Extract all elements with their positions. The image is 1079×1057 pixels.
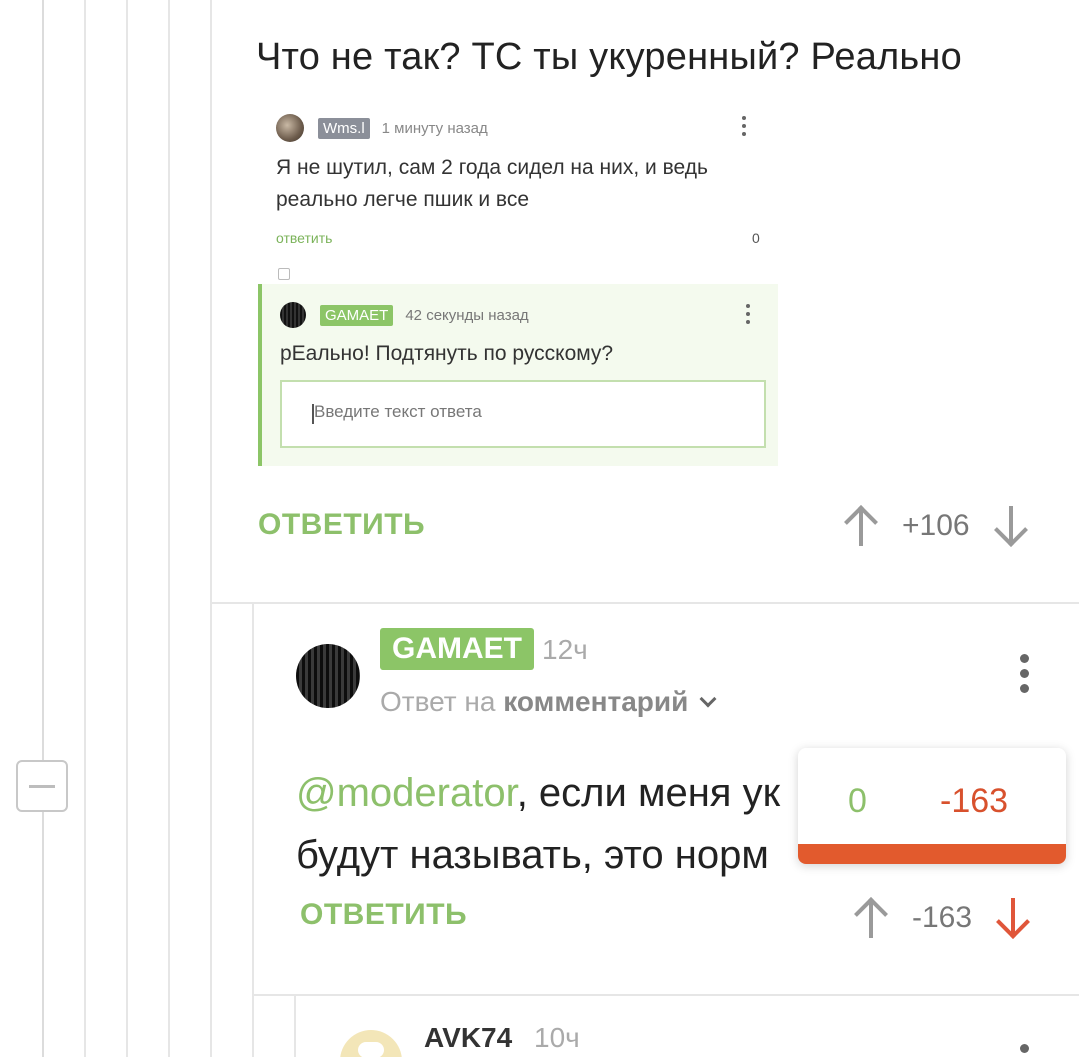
thread-line-7 xyxy=(294,996,296,1057)
thread-line-2 xyxy=(84,0,86,1057)
avatar xyxy=(280,302,306,328)
screenshot-comment-text: рЕально! Подтянуть по русскому? xyxy=(280,342,614,365)
chevron-down-icon xyxy=(699,690,717,708)
comment-text-part: будут называть, это норм xyxy=(296,833,769,877)
rating-bar xyxy=(798,844,1066,864)
text-caret xyxy=(312,404,314,424)
thread-divider-1 xyxy=(210,602,1079,604)
embedded-screenshot: Wms.l 1 минуту назад Я не шутил, сам 2 г… xyxy=(258,100,778,466)
screenshot-comment-header: Wms.l 1 минуту назад xyxy=(276,114,488,142)
thread-line-6 xyxy=(252,604,254,1057)
thread-divider-2 xyxy=(252,994,1079,996)
thread-line-3 xyxy=(126,0,128,1057)
rating-popup: 0 -163 xyxy=(798,748,1066,864)
upvote-icon[interactable] xyxy=(844,505,878,546)
avatar[interactable] xyxy=(296,644,360,708)
author-name[interactable]: AVK74 xyxy=(424,1022,512,1054)
collapse-icon[interactable] xyxy=(16,760,68,812)
screenshot-comment-header: GAMAET 42 секунды назад xyxy=(280,302,529,328)
comment-score: -163 xyxy=(912,901,973,934)
thread-line-5 xyxy=(210,0,212,1057)
downvote-icon[interactable] xyxy=(993,506,1028,547)
minuses-count: -163 xyxy=(940,782,1009,820)
avatar[interactable] xyxy=(340,1030,402,1057)
upvote-icon[interactable] xyxy=(854,897,888,938)
timestamp: 42 секунды назад xyxy=(405,306,529,324)
thread-line-1 xyxy=(42,0,44,1057)
screenshot-reply-link: ответить xyxy=(276,230,333,246)
reply-to-target: комментарий xyxy=(503,686,689,717)
comment-text: @moderator, если меня ук будут называть,… xyxy=(296,762,816,886)
comment-text: Что не так? ТС ты укуренный? Реально xyxy=(256,36,962,78)
thread-line-4 xyxy=(168,0,170,1057)
vote-controls: -163 xyxy=(854,897,1031,939)
vote-controls: +106 xyxy=(844,505,1028,547)
more-options-icon[interactable] xyxy=(1020,1044,1029,1057)
reply-button[interactable]: ОТВЕТИТЬ xyxy=(300,898,467,932)
author-badge: GAMAET xyxy=(320,304,394,326)
screenshot-reply-panel: GAMAET 42 секунды назад рЕально! Подтяну… xyxy=(258,284,778,466)
input-placeholder: Введите текст ответа xyxy=(314,402,482,421)
author-badge: Wms.l xyxy=(318,117,370,139)
more-options-icon xyxy=(742,116,746,140)
more-options-icon[interactable] xyxy=(1020,654,1029,699)
timestamp: 12ч xyxy=(542,634,588,665)
avatar xyxy=(276,114,304,142)
reply-button[interactable]: ОТВЕТИТЬ xyxy=(258,508,425,542)
more-options-icon xyxy=(746,304,750,328)
screenshot-comment-text: Я не шутил, сам 2 года сидел на них, и в… xyxy=(276,156,708,211)
pluses-count: 0 xyxy=(848,782,867,820)
author-badge[interactable]: GAMAET xyxy=(380,628,534,670)
comment-text-part: , если меня ук xyxy=(516,771,781,815)
comment-score: +106 xyxy=(902,509,970,542)
collapse-icon xyxy=(278,268,290,280)
timestamp: 1 минуту назад xyxy=(381,119,488,137)
timestamp: 10ч xyxy=(534,1022,580,1053)
mention-link[interactable]: @moderator xyxy=(296,771,517,815)
reply-to-prefix: Ответ на xyxy=(380,686,496,717)
downvote-icon[interactable] xyxy=(996,898,1031,939)
screenshot-score: 0 xyxy=(752,230,760,246)
reply-to-link[interactable]: Ответ на комментарий xyxy=(380,686,717,718)
screenshot-reply-input: Введите текст ответа xyxy=(280,380,766,448)
